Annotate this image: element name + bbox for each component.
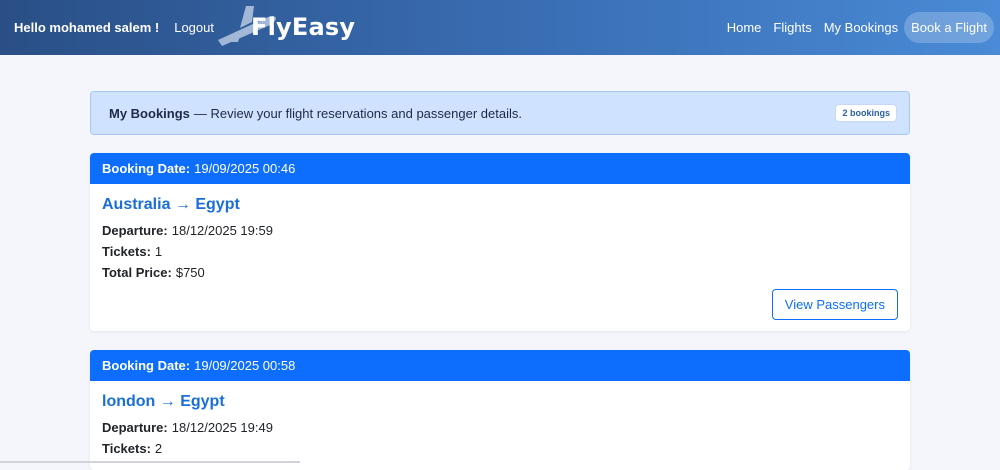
departure-label: Departure: [102,420,168,435]
nav-links: Home Flights My Bookings Book a Flight [727,0,1000,55]
booking-card-body: london → Egypt Departure: 18/12/2025 19:4… [90,381,910,470]
booking-date-value: 19/09/2025 00:46 [194,161,295,176]
user-greeting: Hello mohamed salem ! [14,20,159,35]
bookings-info-alert: My Bookings — Review your flight reserva… [90,91,910,135]
nav-flights[interactable]: Flights [773,20,811,35]
nav-home[interactable]: Home [727,20,762,35]
info-title: My Bookings [109,106,190,121]
brand-logo[interactable]: FlyEasy [216,2,355,52]
book-flight-button[interactable]: Book a Flight [904,12,994,43]
nav-my-bookings[interactable]: My Bookings [824,20,898,35]
navbar: Hello mohamed salem ! Logout FlyEasy Hom… [0,0,1000,55]
booking-date-label: Booking Date: [102,358,190,373]
total-price-value: $750 [176,265,205,280]
logout-link[interactable]: Logout [174,20,214,35]
departure-label: Departure: [102,223,168,238]
info-description: — Review your flight reservations and pa… [194,106,522,121]
tickets-value: 1 [155,244,162,259]
departure-row: Departure: 18/12/2025 19:59 [102,223,898,238]
brand-name: FlyEasy [251,13,355,41]
booking-date-label: Booking Date: [102,161,190,176]
booking-card: Booking Date: 19/09/2025 00:58 london → … [90,350,910,470]
booking-date-value: 19/09/2025 00:58 [194,358,295,373]
bookings-count-badge: 2 bookings [835,104,897,122]
tickets-value: 2 [155,441,162,456]
total-price-label: Total Price: [102,265,172,280]
departure-value: 18/12/2025 19:49 [172,420,273,435]
view-passengers-button[interactable]: View Passengers [772,289,898,320]
tickets-label: Tickets: [102,244,151,259]
booking-route: london → Egypt [102,393,898,411]
booking-card-header: Booking Date: 19/09/2025 00:58 [90,350,910,381]
booking-card-header: Booking Date: 19/09/2025 00:46 [90,153,910,184]
tickets-row: Tickets: 2 [102,441,898,456]
tickets-row: Tickets: 1 [102,244,898,259]
departure-value: 18/12/2025 19:59 [172,223,273,238]
booking-card-body: Australia → Egypt Departure: 18/12/2025 1… [90,184,910,331]
tickets-label: Tickets: [102,441,151,456]
booking-card: Booking Date: 19/09/2025 00:46 Australia… [90,153,910,331]
total-price-row: Total Price: $750 [102,265,898,280]
booking-route: Australia → Egypt [102,196,898,214]
departure-row: Departure: 18/12/2025 19:49 [102,420,898,435]
